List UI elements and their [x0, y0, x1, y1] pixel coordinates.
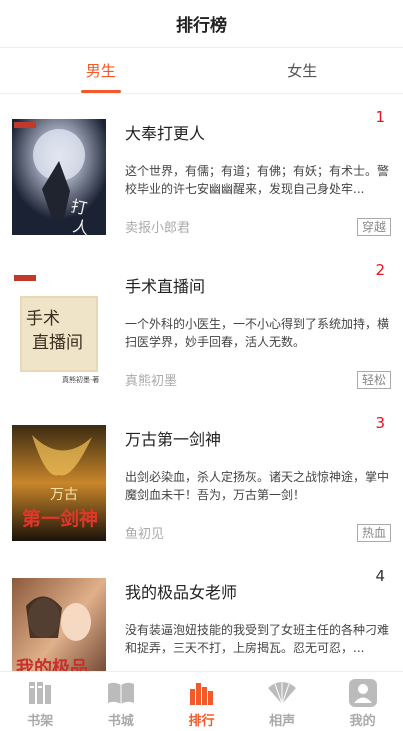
book-info: 我的极品女老师 没有装逼泡妞技能的我受到了女班主任的各种刁难和捉弄，三天不打，上…	[106, 578, 391, 671]
book-title[interactable]: 万古第一剑神	[125, 426, 391, 450]
book-meta: 真熊初墨 轻松	[125, 370, 391, 389]
svg-text:万古: 万古	[50, 487, 78, 503]
nav-label: 排行	[188, 714, 215, 729]
tab-male[interactable]: 男生	[0, 48, 202, 93]
genre-tag: 轻松	[356, 370, 391, 389]
book-meta: 鱼初见 热血	[125, 523, 391, 542]
list-item[interactable]: 打 人 大奉打更人 这个世界，有儒；有道；有佛；有妖；有术士。警校毕业的许七安幽…	[0, 95, 403, 248]
book-description: 没有装逼泡妞技能的我受到了女班主任的各种刁难和捉弄，三天不打，上房揭瓦。忍无可忍…	[125, 623, 390, 655]
rank-number: 4	[375, 567, 385, 585]
book-description: 一个外科的小医生，一不小心得到了系统加持，横扫医学界，妙手回春，活人无数。	[125, 317, 390, 349]
list-item[interactable]: 手术 直播间 真熊初墨·著 手术直播间 一个外科的小医生，一不小心得到了系统加持…	[0, 248, 403, 401]
nav-bookstore[interactable]: 书城	[81, 672, 162, 731]
open-book-icon	[105, 678, 137, 708]
ranking-icon	[185, 678, 217, 708]
book-description: 这个世界，有儒；有道；有佛；有妖；有术士。警校毕业的许七安幽幽醒来，发现自己身处…	[125, 164, 390, 196]
book-info: 大奉打更人 这个世界，有儒；有道；有佛；有妖；有术士。警校毕业的许七安幽幽醒来，…	[106, 119, 391, 248]
nav-label: 我的	[349, 714, 376, 729]
book-title[interactable]: 大奉打更人	[125, 120, 391, 144]
nav-bookshelf[interactable]: 书架	[0, 672, 81, 731]
ranking-list[interactable]: 打 人 大奉打更人 这个世界，有儒；有道；有佛；有妖；有术士。警校毕业的许七安幽…	[0, 95, 403, 671]
book-meta: 卖报小郎君 穿越	[125, 217, 391, 236]
rank-number: 1	[375, 108, 385, 126]
gender-tabs: 男生 女生	[0, 48, 403, 94]
app-header: 排行榜	[0, 0, 403, 48]
fan-icon	[266, 678, 298, 708]
svg-text:人: 人	[71, 216, 91, 235]
book-author: 卖报小郎君	[125, 221, 191, 236]
book-cover[interactable]: 打 人	[12, 119, 106, 235]
bookshelf-icon	[24, 678, 56, 708]
bottom-navigation: 书架 书城 排行 相声 我的	[0, 671, 403, 731]
book-cover[interactable]: 手术 直播间 真熊初墨·著	[12, 272, 106, 388]
svg-text:手术: 手术	[26, 309, 60, 329]
nav-label: 书城	[107, 714, 134, 729]
book-info: 手术直播间 一个外科的小医生，一不小心得到了系统加持，横扫医学界，妙手回春，活人…	[106, 272, 391, 401]
genre-tag: 穿越	[356, 217, 391, 236]
svg-text:我的极品: 我的极品	[16, 657, 88, 671]
book-author: 真熊初墨	[125, 374, 178, 389]
svg-text:第一剑神: 第一剑神	[22, 507, 98, 530]
book-info: 万古第一剑神 出剑必染血，杀人定扬灰。诸天之战惊神途，掌中魔剑血未干！吾为，万古…	[106, 425, 391, 554]
list-item[interactable]: 我的极品 我的极品女老师 没有装逼泡妞技能的我受到了女班主任的各种刁难和捉弄，三…	[0, 554, 403, 671]
page-title: 排行榜	[176, 16, 227, 36]
genre-tag: 热血	[356, 523, 391, 542]
nav-label: 相声	[269, 714, 296, 729]
nav-crosstalk[interactable]: 相声	[242, 672, 323, 731]
rank-number: 3	[375, 414, 385, 432]
nav-ranking[interactable]: 排行	[161, 672, 242, 731]
book-description: 出剑必染血，杀人定扬灰。诸天之战惊神途，掌中魔剑血未干！吾为，万古第一剑！	[125, 470, 390, 502]
book-cover[interactable]: 万古 第一剑神	[12, 425, 106, 541]
svg-text:直播间: 直播间	[32, 333, 83, 353]
svg-text:真熊初墨·著: 真熊初墨·著	[62, 375, 99, 384]
book-cover[interactable]: 我的极品	[12, 578, 106, 671]
rank-number: 2	[375, 261, 385, 279]
user-icon	[347, 678, 379, 708]
list-item[interactable]: 万古 第一剑神 万古第一剑神 出剑必染血，杀人定扬灰。诸天之战惊神途，掌中魔剑血…	[0, 401, 403, 554]
nav-label: 书架	[27, 714, 54, 729]
book-title[interactable]: 我的极品女老师	[125, 579, 391, 603]
book-author: 鱼初见	[125, 527, 165, 542]
book-title[interactable]: 手术直播间	[125, 273, 391, 297]
nav-profile[interactable]: 我的	[322, 672, 403, 731]
tab-female[interactable]: 女生	[202, 48, 403, 93]
